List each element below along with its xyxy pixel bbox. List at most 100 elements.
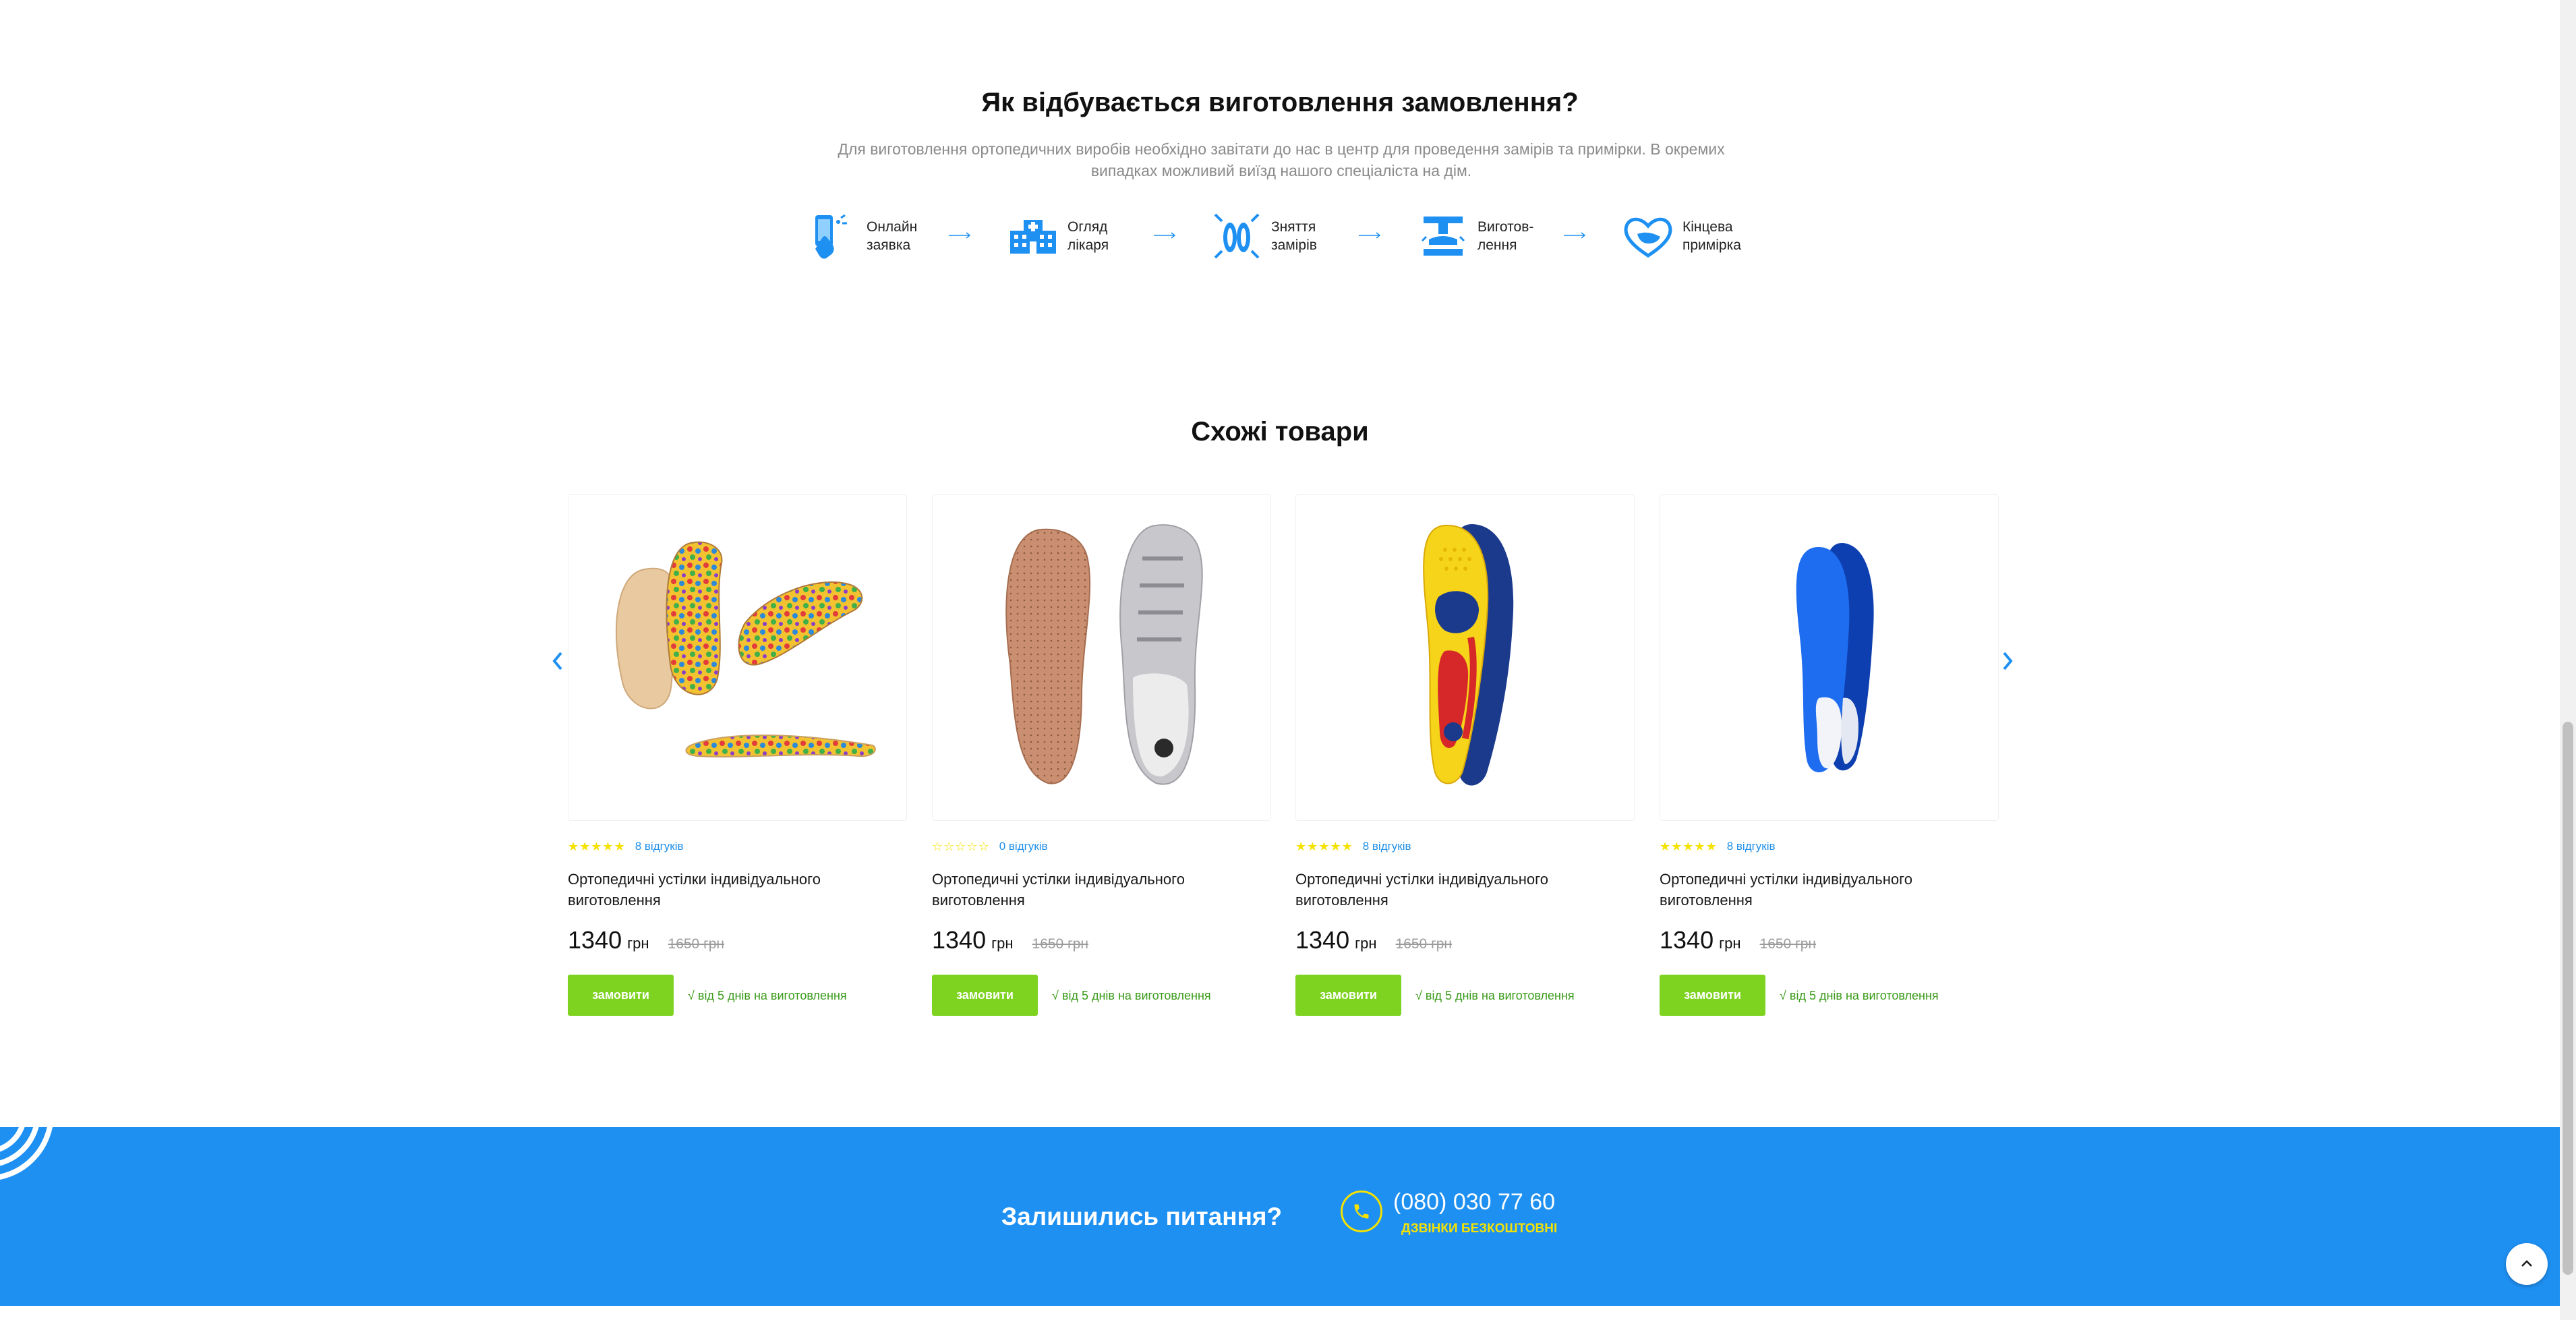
old-price: 1650 грн	[1395, 936, 1453, 952]
order-button[interactable]: замовити	[932, 975, 1038, 1016]
product-image-kids-insoles[interactable]	[568, 494, 907, 821]
star-filled-icon: ★	[602, 840, 614, 853]
product-card[interactable]: ★ ★ ★ ★ ★ 8 відгуків Ортопедичні устілки інд…	[1295, 494, 1635, 1016]
production-term: √ від 5 днів на виготовлення	[1780, 989, 1939, 1002]
scrollbar-thumb[interactable]	[2563, 722, 2573, 1275]
rating-stars: ★ ★ ★ ★ ★	[1295, 840, 1353, 853]
old-price: 1650 грн	[668, 936, 725, 952]
phone-touch-icon	[806, 210, 858, 262]
star-empty-icon: ☆	[978, 840, 989, 853]
price-currency: грн	[1355, 935, 1377, 952]
product-rating: ★ ★ ★ ★ ★ 8 відгуків	[568, 840, 684, 853]
free-calls-note: ДЗВІНКИ БЕЗКОШТОВНІ	[1401, 1222, 1558, 1236]
product-card[interactable]: ★ ★ ★ ★ ★ 8 відгуків Ортопедичні устілки інд…	[568, 494, 907, 1016]
price-currency: грн	[1719, 935, 1741, 952]
star-filled-icon: ★	[1318, 840, 1330, 853]
star-filled-icon: ★	[1671, 840, 1682, 853]
production-term: √ від 5 днів на виготовлення	[1415, 989, 1575, 1002]
footprint-measure-icon	[1210, 210, 1263, 262]
star-empty-icon: ☆	[955, 840, 966, 853]
arrow-right-icon	[1564, 232, 1586, 239]
current-price: 1340	[1295, 926, 1350, 954]
phone-number-link[interactable]: (080) 030 77 60	[1393, 1189, 1555, 1215]
process-steps: Онлайн заявка Огляд лікаря Зняття замірі…	[806, 202, 1763, 270]
star-filled-icon: ★	[591, 840, 602, 853]
order-button[interactable]: замовити	[1295, 975, 1401, 1016]
product-name[interactable]: Ортопедичні устілки індивідуального виго…	[1295, 869, 1619, 911]
star-filled-icon: ★	[568, 840, 579, 853]
step-label: Кінцева примірка	[1682, 219, 1741, 253]
star-filled-icon: ★	[1295, 840, 1307, 853]
order-button[interactable]: замовити	[568, 975, 674, 1016]
star-empty-icon: ☆	[966, 840, 978, 853]
product-name[interactable]: Ортопедичні устілки індивідуального виго…	[568, 869, 891, 911]
step-measurements: Зняття замірів	[1210, 202, 1317, 270]
rating-stars: ★ ★ ★ ★ ★	[1660, 840, 1718, 853]
product-image-sport-insole[interactable]	[1295, 494, 1635, 821]
current-price: 1340	[568, 926, 622, 954]
reviews-link[interactable]: 8 відгуків	[1727, 840, 1776, 853]
reviews-link[interactable]: 8 відгуків	[1363, 840, 1411, 853]
step-label: Онлайн заявка	[867, 219, 918, 253]
product-image-leather-insoles[interactable]	[932, 494, 1271, 821]
step-label: Зняття замірів	[1271, 219, 1317, 253]
product-name[interactable]: Ортопедичні устілки індивідуального виго…	[932, 869, 1256, 911]
foot-heart-icon	[1622, 210, 1674, 262]
product-name[interactable]: Ортопедичні устілки індивідуального виго…	[1660, 869, 1983, 911]
arrow-right-icon	[949, 232, 971, 239]
product-price: 1340 грн 1650 грн	[1295, 926, 1452, 954]
step-manufacturing: Виготов- лення	[1417, 202, 1533, 270]
star-filled-icon: ★	[1705, 840, 1717, 853]
star-filled-icon: ★	[1660, 840, 1671, 853]
carousel-next-button[interactable]	[1999, 648, 2016, 675]
product-image-blue-insole[interactable]	[1660, 494, 1999, 821]
old-price: 1650 грн	[1759, 936, 1817, 952]
process-title: Як відбувається виготовлення замовлення?	[981, 88, 1579, 117]
product-card[interactable]: ★ ★ ★ ★ ★ 8 відгуків Ортопедичні устілки інд…	[1660, 494, 1999, 1016]
product-price: 1340 грн 1650 грн	[932, 926, 1088, 954]
production-term: √ від 5 днів на виготовлення	[1052, 989, 1211, 1002]
clinic-building-icon	[1007, 210, 1059, 262]
similar-title: Схожі товари	[1191, 417, 1369, 447]
page-bottom-strip	[0, 1306, 2560, 1320]
star-empty-icon: ☆	[932, 840, 943, 853]
current-price: 1340	[1660, 926, 1714, 954]
contact-band: Залишились питання? (080) 030 77 60 ДЗВІ…	[0, 1127, 2560, 1306]
step-label: Огляд лікаря	[1067, 219, 1109, 253]
decorative-rings	[0, 1127, 53, 1180]
arrow-right-icon	[1154, 232, 1176, 239]
chevron-up-icon	[2521, 1260, 2532, 1267]
step-final-fitting: Кінцева примірка	[1622, 202, 1741, 270]
production-term: √ від 5 днів на виготовлення	[688, 989, 847, 1002]
reviews-link[interactable]: 0 відгуків	[999, 840, 1048, 853]
step-label: Виготов- лення	[1477, 219, 1534, 253]
star-filled-icon: ★	[1682, 840, 1694, 853]
star-filled-icon: ★	[1307, 840, 1318, 853]
star-empty-icon: ☆	[943, 840, 955, 853]
current-price: 1340	[932, 926, 987, 954]
product-rating: ☆ ☆ ☆ ☆ ☆ 0 відгуків	[932, 840, 1048, 853]
page-scrollbar[interactable]	[2560, 0, 2576, 1320]
scroll-to-top-button[interactable]	[2506, 1243, 2548, 1285]
star-filled-icon: ★	[1330, 840, 1341, 853]
step-doctor-exam: Огляд лікаря	[1007, 202, 1109, 270]
step-online-request: Онлайн заявка	[806, 202, 917, 270]
product-card[interactable]: ☆ ☆ ☆ ☆ ☆ 0 відгуків Ортопедичні устілки інд…	[932, 494, 1271, 1016]
product-rating: ★ ★ ★ ★ ★ 8 відгуків	[1660, 840, 1776, 853]
price-currency: грн	[991, 935, 1014, 952]
order-button[interactable]: замовити	[1660, 975, 1765, 1016]
old-price: 1650 грн	[1032, 936, 1089, 952]
carousel-prev-button[interactable]	[549, 648, 566, 675]
star-filled-icon: ★	[614, 840, 625, 853]
star-filled-icon: ★	[579, 840, 591, 853]
rating-stars: ★ ★ ★ ★ ★	[568, 840, 626, 853]
questions-heading: Залишились питання?	[1001, 1203, 1283, 1230]
process-description: Для виготовлення ортопедичних виробів не…	[838, 140, 1725, 179]
price-currency: грн	[627, 935, 649, 952]
arrow-right-icon	[1359, 232, 1381, 239]
star-filled-icon: ★	[1341, 840, 1353, 853]
star-filled-icon: ★	[1694, 840, 1705, 853]
page: Як відбувається виготовлення замовлення?…	[0, 0, 2576, 1320]
reviews-link[interactable]: 8 відгуків	[635, 840, 684, 853]
phone-icon[interactable]	[1341, 1190, 1382, 1232]
